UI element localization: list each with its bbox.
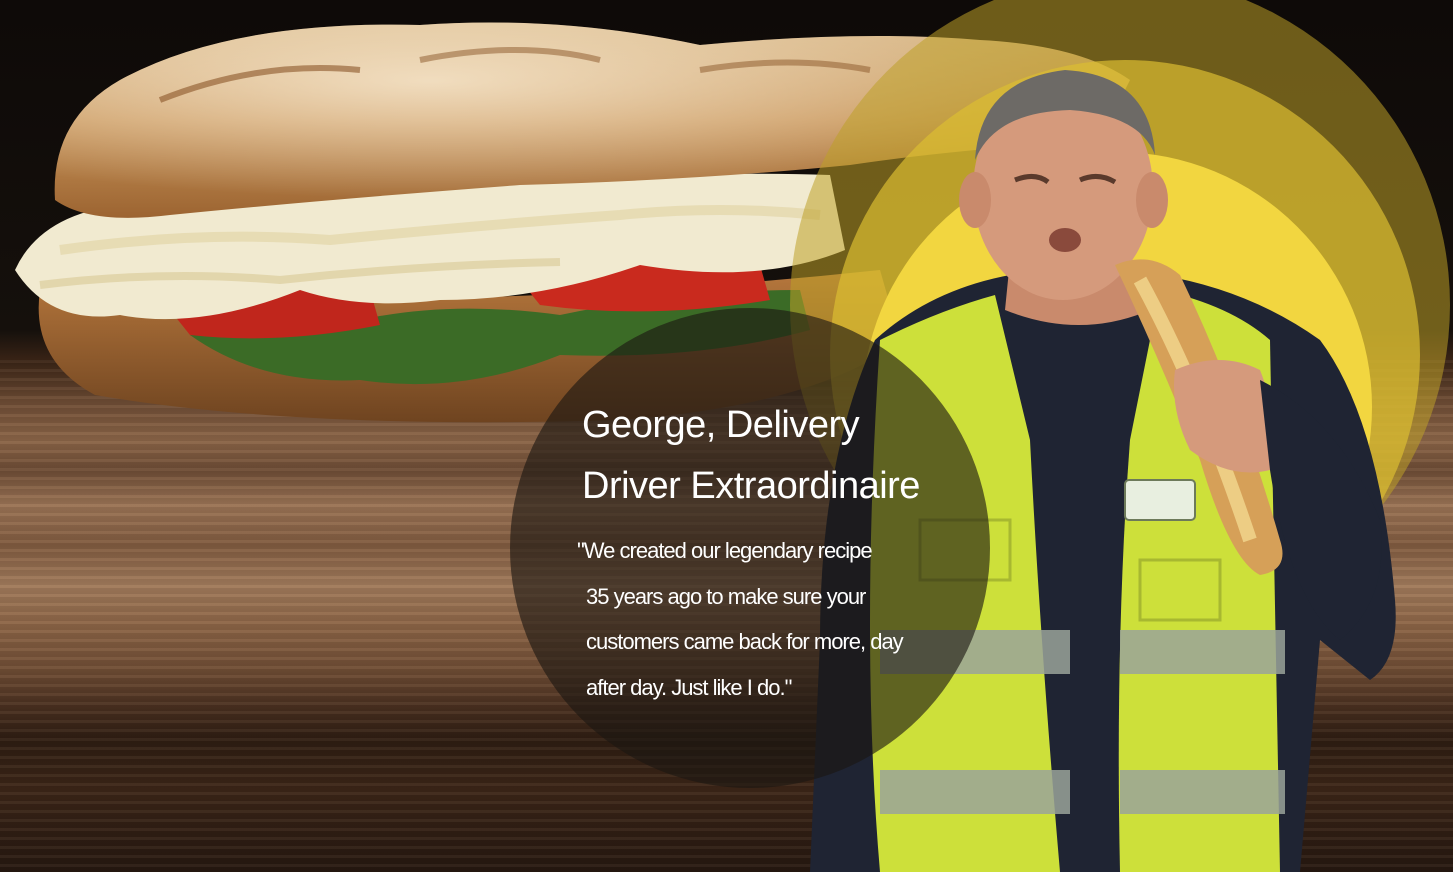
- quote-line: customers came back for more, day: [586, 629, 904, 654]
- quote-line: after day. Just like I do.": [586, 674, 792, 700]
- title-line-2: Driver Extraordinaire: [582, 465, 920, 507]
- title-line-1: George, Delivery: [582, 404, 860, 446]
- testimonial-quote: "We created our legendary recipe 35 year…: [577, 528, 957, 710]
- quote-line: 35 years ago to make sure your: [586, 583, 866, 609]
- quote-line: "We created our legendary recipe: [577, 538, 873, 563]
- hero-scene: George, Delivery Driver Extraordinaire "…: [0, 0, 1453, 872]
- testimonial-title: George, Delivery Driver Extraordinaire: [582, 395, 962, 517]
